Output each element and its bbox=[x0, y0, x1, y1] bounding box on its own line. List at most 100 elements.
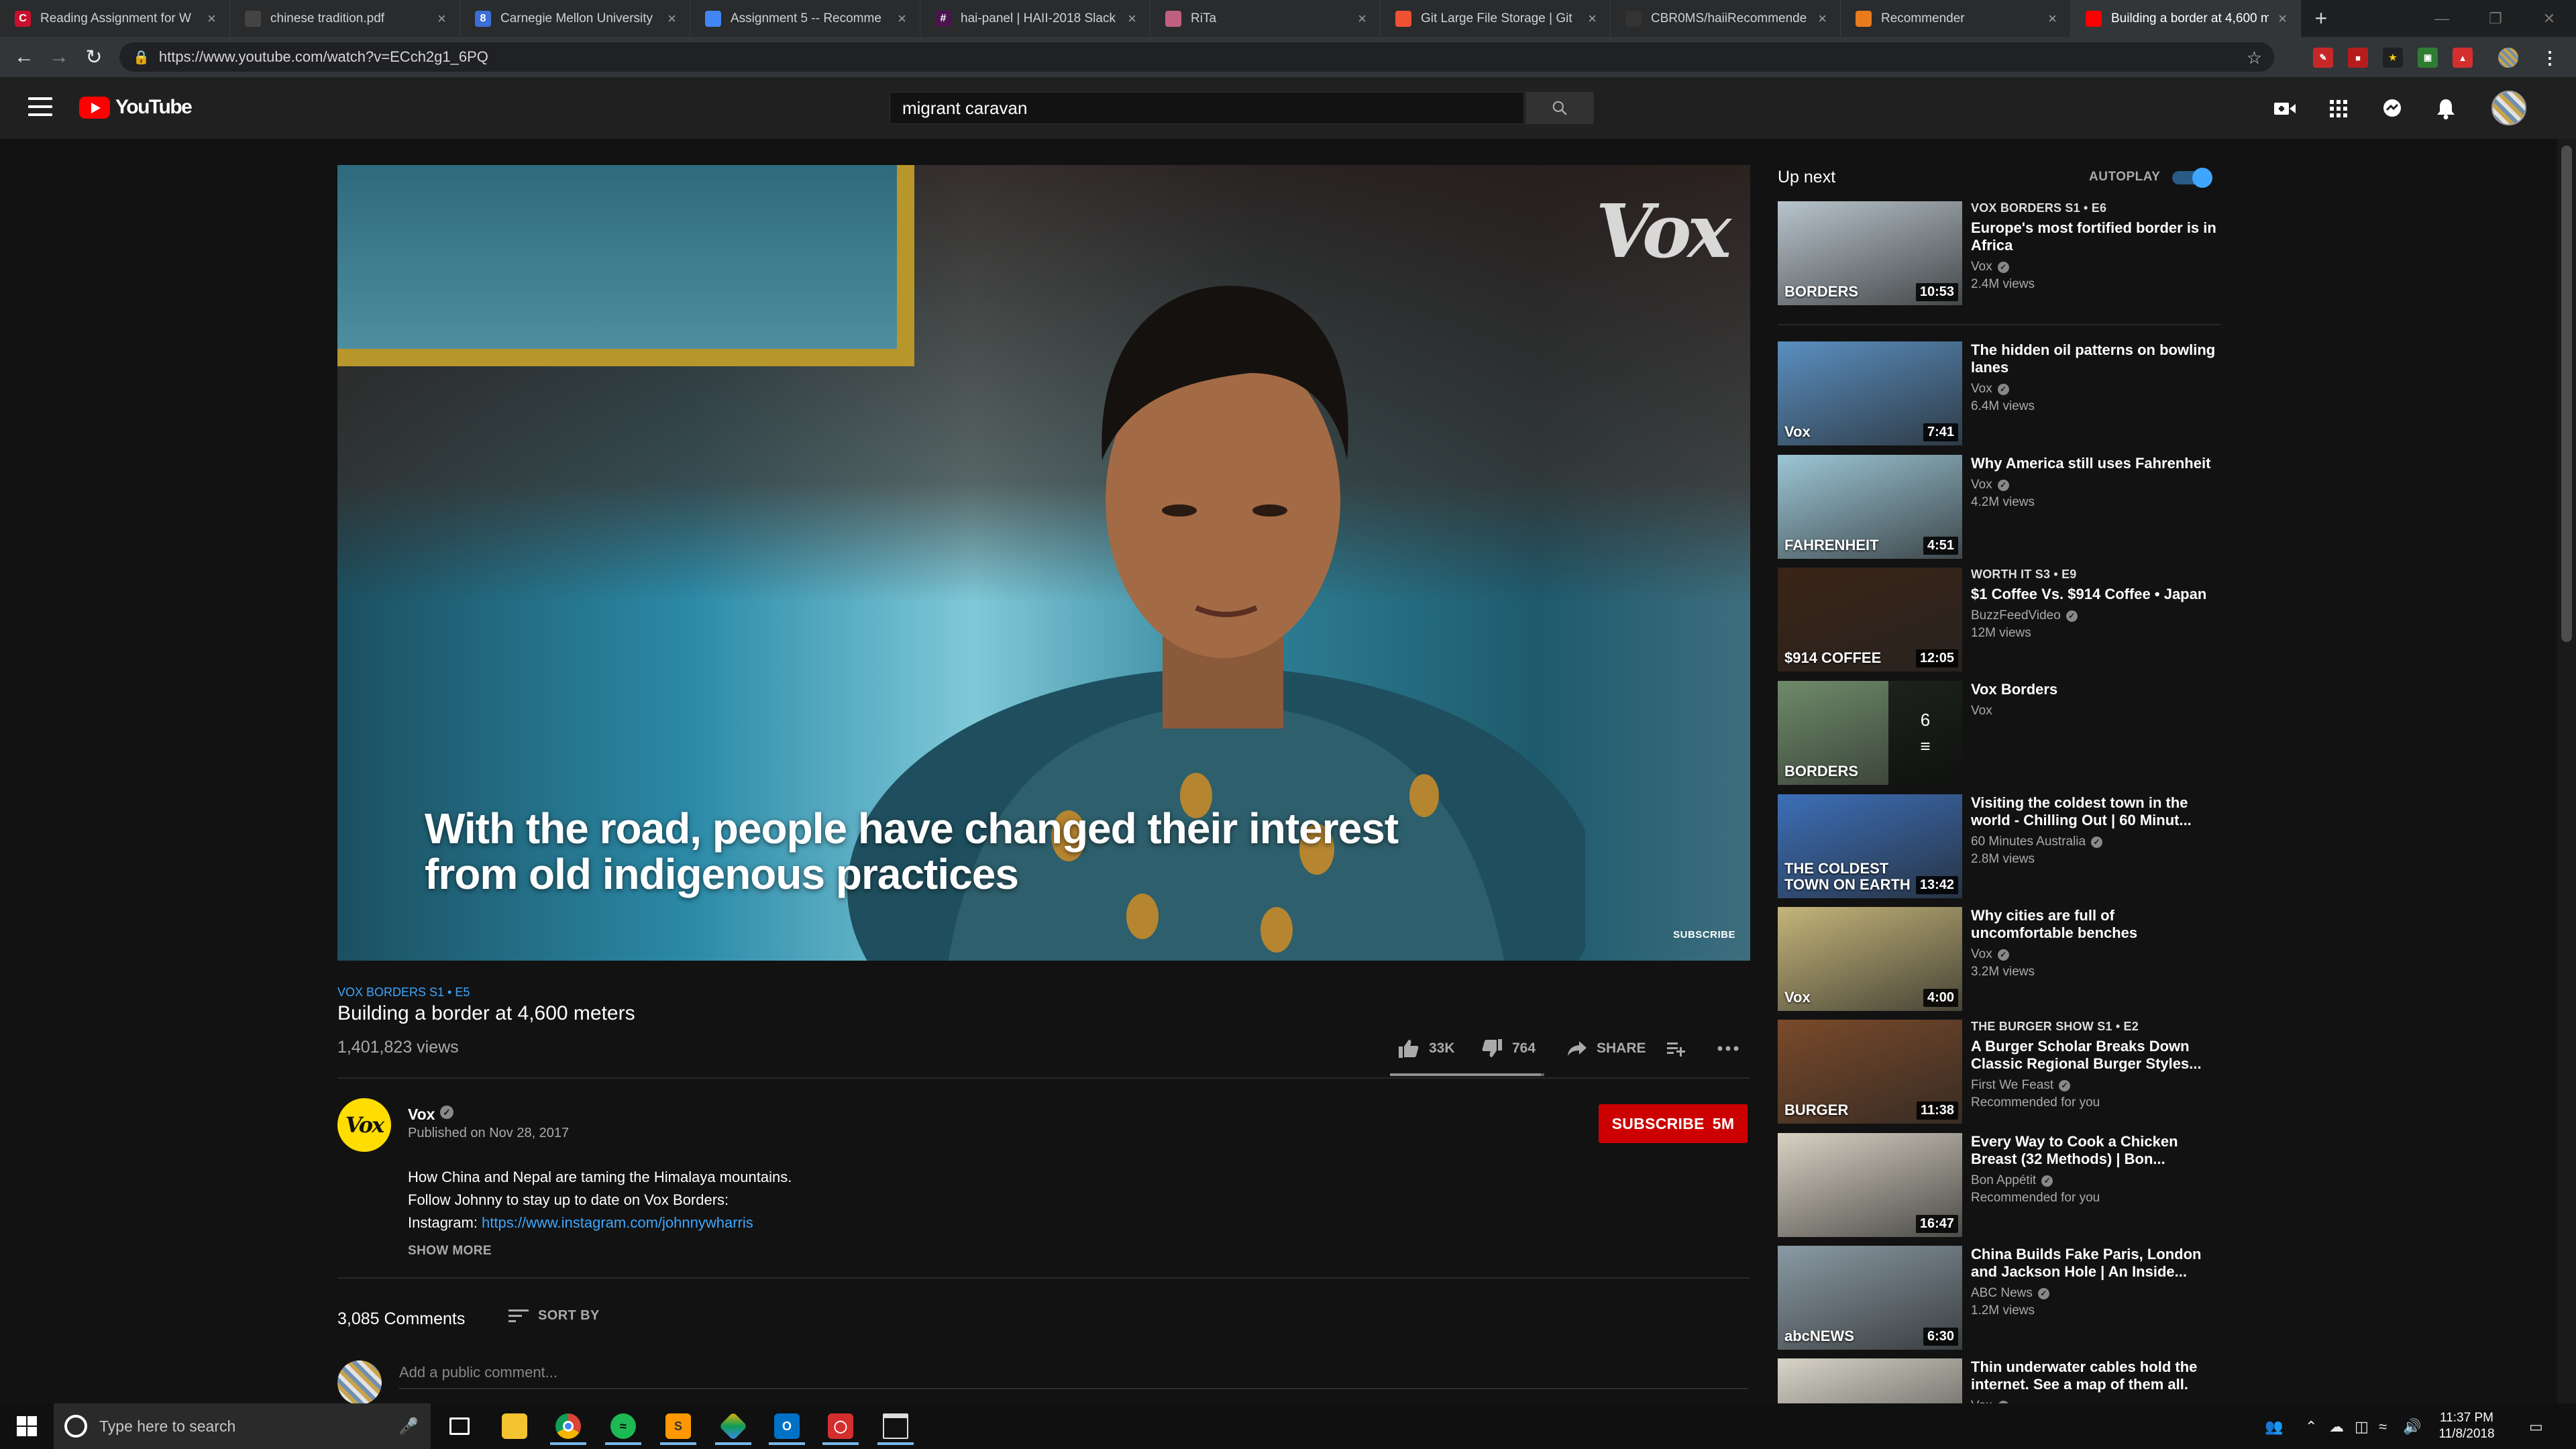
recommendation-item[interactable]: Vox 7:41 The hidden oil patterns on bowlin… bbox=[1778, 341, 2220, 449]
messages-icon[interactable] bbox=[2379, 96, 2406, 121]
youtube-logo[interactable]: YouTube bbox=[79, 96, 193, 119]
recommendation-title[interactable]: China Builds Fake Paris, London and Jack… bbox=[1971, 1246, 2219, 1281]
battery-icon[interactable]: ◫ bbox=[2355, 1418, 2369, 1436]
video-player[interactable]: Vox With the road, people have changed t… bbox=[337, 165, 1750, 961]
volume-icon[interactable]: 🔊 bbox=[2403, 1418, 2421, 1436]
recommendation-title[interactable]: The hidden oil patterns on bowling lanes bbox=[1971, 341, 2219, 376]
recommendation-thumbnail[interactable]: $914 COFFEE 12:05 bbox=[1778, 568, 1962, 672]
recommendation-item[interactable]: THE COLDEST TOWN ON EARTH 13:42 Visiting t… bbox=[1778, 794, 2220, 902]
recommendation-thumbnail[interactable]: BORDERS 10:53 bbox=[1778, 201, 1962, 305]
recommendation-series[interactable]: VOX BORDERS S1 • E6 bbox=[1971, 201, 2219, 215]
recommendation-title[interactable]: Visiting the coldest town in the world -… bbox=[1971, 794, 2219, 829]
recommendation-thumbnail[interactable]: abcNEWS 6:30 bbox=[1778, 1246, 1962, 1350]
new-tab-button[interactable]: + bbox=[2301, 0, 2341, 37]
browser-tab[interactable]: Building a border at 4,600 m × bbox=[2071, 0, 2301, 37]
browser-tab[interactable]: C Reading Assignment for W × bbox=[0, 0, 230, 37]
tab-close-icon[interactable]: × bbox=[437, 10, 446, 28]
sort-comments-button[interactable]: SORT BY bbox=[508, 1308, 600, 1324]
recommendation-title[interactable]: Vox Borders bbox=[1971, 681, 2219, 698]
recommendation-item[interactable]: Thin underwater cables hold the internet… bbox=[1778, 1358, 2220, 1405]
address-bar[interactable]: 🔒 https://www.youtube.com/watch?v=ECch2g… bbox=[119, 42, 2274, 72]
recommendation-title[interactable]: Europe's most fortified border is in Afr… bbox=[1971, 219, 2219, 254]
back-button[interactable]: ← bbox=[12, 45, 36, 69]
tab-close-icon[interactable]: × bbox=[2278, 10, 2287, 28]
taskbar-terminal[interactable] bbox=[872, 1407, 919, 1445]
recommendation-item[interactable]: Vox 4:00 Why cities are full of uncomforta… bbox=[1778, 907, 2220, 1014]
microphone-icon[interactable]: 🎤 bbox=[398, 1417, 419, 1436]
recommendation-title[interactable]: $1 Coffee Vs. $914 Coffee • Japan bbox=[1971, 586, 2219, 603]
recommendation-title[interactable]: Every Way to Cook a Chicken Breast (32 M… bbox=[1971, 1133, 2219, 1168]
tab-close-icon[interactable]: × bbox=[898, 10, 906, 28]
series-label[interactable]: VOX BORDERS S1 • E5 bbox=[337, 985, 470, 1000]
tab-close-icon[interactable]: × bbox=[667, 10, 676, 28]
taskbar-outlook[interactable]: O bbox=[763, 1407, 810, 1445]
channel-avatar[interactable]: Vox bbox=[337, 1098, 391, 1152]
account-avatar[interactable] bbox=[2491, 91, 2526, 125]
recommendation-item[interactable]: $914 COFFEE 12:05 WORTH IT S3 • E9 $1 Coffe… bbox=[1778, 568, 2220, 675]
extension-icon-4[interactable]: ▣ bbox=[2418, 48, 2438, 68]
tab-close-icon[interactable]: × bbox=[1128, 10, 1136, 28]
browser-menu-icon[interactable]: ⋮ bbox=[2540, 48, 2560, 68]
search-button[interactable] bbox=[1525, 92, 1594, 124]
recommendation-title[interactable]: Why America still uses Fahrenheit bbox=[1971, 455, 2219, 472]
dislike-button[interactable]: 764 bbox=[1481, 1036, 1536, 1061]
onedrive-cloud-icon[interactable]: ☁ bbox=[2329, 1418, 2344, 1436]
more-actions-button[interactable] bbox=[1717, 1036, 1739, 1061]
browser-tab[interactable]: RiTa × bbox=[1150, 0, 1381, 37]
show-more-button[interactable]: SHOW MORE bbox=[408, 1244, 492, 1258]
taskbar-git-app[interactable] bbox=[710, 1407, 757, 1445]
recommendation-title[interactable]: A Burger Scholar Breaks Down Classic Reg… bbox=[1971, 1038, 2219, 1073]
people-icon[interactable]: 👥 bbox=[2265, 1418, 2283, 1436]
browser-tab[interactable]: Recommender × bbox=[1841, 0, 2071, 37]
maximize-button[interactable]: ❐ bbox=[2469, 0, 2522, 37]
minimize-button[interactable]: — bbox=[2415, 0, 2469, 37]
browser-tab[interactable]: Assignment 5 -- Recomme × bbox=[690, 0, 920, 37]
recommendation-thumbnail[interactable]: FAHRENHEIT 4:51 bbox=[1778, 455, 1962, 559]
browser-tab[interactable]: chinese tradition.pdf × bbox=[230, 0, 460, 37]
recommendation-item[interactable]: FAHRENHEIT 4:51 Why America still uses Fah… bbox=[1778, 455, 2220, 562]
tray-overflow-chevron-icon[interactable]: ⌃ bbox=[2305, 1418, 2317, 1436]
recommendation-item[interactable]: abcNEWS 6:30 China Builds Fake Paris, Lond… bbox=[1778, 1246, 2220, 1353]
page-scrollbar[interactable] bbox=[2557, 139, 2576, 1403]
recommendation-thumbnail[interactable]: Vox 4:00 bbox=[1778, 907, 1962, 1011]
action-center-icon[interactable]: ▭ bbox=[2529, 1418, 2543, 1436]
extension-icon-5[interactable]: ▲ bbox=[2453, 48, 2473, 68]
channel-name[interactable]: Vox bbox=[408, 1106, 435, 1124]
taskbar-file-explorer[interactable] bbox=[491, 1407, 538, 1445]
instagram-link[interactable]: https://www.instagram.com/johnnywharris bbox=[482, 1214, 753, 1231]
browser-tab[interactable]: Git Large File Storage | Git × bbox=[1381, 0, 1611, 37]
tab-close-icon[interactable]: × bbox=[1358, 10, 1366, 28]
task-view-button[interactable] bbox=[436, 1407, 483, 1445]
apps-grid-icon[interactable] bbox=[2325, 96, 2352, 121]
taskbar-search-box[interactable]: Type here to search 🎤 bbox=[54, 1403, 431, 1449]
recommendation-thumbnail[interactable]: BURGER 11:38 bbox=[1778, 1020, 1962, 1124]
extension-icon-1[interactable]: ✎ bbox=[2313, 48, 2333, 68]
taskbar-sublime[interactable]: S bbox=[655, 1407, 702, 1445]
browser-tab[interactable]: # hai-panel | HAII-2018 Slack × bbox=[920, 0, 1150, 37]
tab-close-icon[interactable]: × bbox=[1818, 10, 1827, 28]
bookmark-star-icon[interactable]: ☆ bbox=[2247, 48, 2262, 68]
player-subscribe-overlay[interactable]: SUBSCRIBE bbox=[1673, 929, 1735, 941]
profile-avatar-icon[interactable] bbox=[2498, 48, 2518, 68]
recommendation-thumbnail[interactable]: 16:47 bbox=[1778, 1133, 1962, 1237]
recommendation-thumbnail[interactable] bbox=[1778, 1358, 1962, 1405]
tab-close-icon[interactable]: × bbox=[2048, 10, 2057, 28]
taskbar-chrome[interactable] bbox=[545, 1407, 592, 1445]
start-button[interactable] bbox=[0, 1403, 54, 1449]
browser-tab[interactable]: 8 Carnegie Mellon University × bbox=[460, 0, 690, 37]
recommendation-item[interactable]: BORDERS 10:53 VOX BORDERS S1 • E6 Europe's … bbox=[1778, 201, 2220, 309]
recommendation-title[interactable]: Why cities are full of uncomfortable ben… bbox=[1971, 907, 2219, 942]
wifi-icon[interactable]: ≈ bbox=[2379, 1418, 2387, 1436]
tab-close-icon[interactable]: × bbox=[207, 10, 216, 28]
extension-icon-3[interactable]: ★ bbox=[2383, 48, 2403, 68]
taskbar-spotify[interactable]: ≈ bbox=[600, 1407, 647, 1445]
create-video-icon[interactable] bbox=[2271, 96, 2298, 121]
forward-button[interactable]: → bbox=[47, 45, 71, 69]
recommendation-thumbnail[interactable]: BORDERS 6 ≡ bbox=[1778, 681, 1962, 785]
browser-tab[interactable]: CBR0MS/haiiRecommende × bbox=[1611, 0, 1841, 37]
add-to-playlist-button[interactable] bbox=[1666, 1036, 1686, 1061]
recommendation-thumbnail[interactable]: THE COLDEST TOWN ON EARTH 13:42 bbox=[1778, 794, 1962, 898]
recommendation-item[interactable]: BURGER 11:38 THE BURGER SHOW S1 • E2 A Burg… bbox=[1778, 1020, 2220, 1127]
share-button[interactable]: SHARE bbox=[1567, 1036, 1646, 1061]
scrollbar-thumb[interactable] bbox=[2561, 146, 2572, 642]
